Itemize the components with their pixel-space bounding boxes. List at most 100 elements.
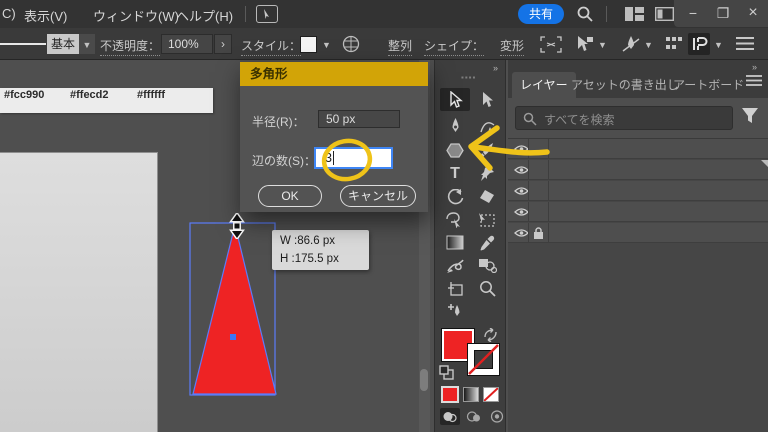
list-menu-icon[interactable] (736, 36, 754, 51)
menu-item-view[interactable]: 表示(V) (24, 6, 67, 25)
swap-fill-stroke-icon[interactable] (483, 328, 498, 342)
draw-inside-mode-button[interactable] (488, 408, 506, 425)
properties-panel-icon[interactable] (688, 33, 710, 55)
workspace-switcher-icon[interactable] (625, 7, 644, 21)
gradient-tool[interactable] (440, 231, 470, 254)
layer-row-polygon[interactable]: < 多角形 > (508, 181, 768, 201)
eyedropper-tool[interactable] (472, 231, 502, 254)
tab-artboards[interactable]: アートボード (665, 72, 752, 98)
add-anchor-tool[interactable] (440, 300, 470, 323)
bounding-box-icon[interactable] (540, 36, 562, 53)
menu-item-partial[interactable]: C) (2, 6, 16, 21)
gradient-button[interactable] (463, 387, 479, 402)
pin-tool[interactable] (472, 162, 502, 185)
polygon-tool[interactable] (440, 139, 470, 162)
curvature-tool[interactable] (472, 115, 502, 138)
minimize-button[interactable]: − (682, 4, 704, 22)
eye-icon[interactable] (514, 207, 529, 217)
measure-tooltip: W :86.6 px H :175.5 px (272, 230, 369, 270)
zoom-tool[interactable] (472, 277, 502, 300)
collapse-panel-icon[interactable]: » (493, 63, 498, 73)
type-tool[interactable]: T (440, 162, 470, 185)
align-link[interactable]: 整列 (388, 37, 413, 56)
menu-divider-2 (606, 6, 607, 22)
symbols-tool[interactable] (472, 254, 502, 277)
panel-drag-handle[interactable]: ▪▪▪▪ (461, 73, 476, 82)
draw-behind-mode-button[interactable] (464, 408, 484, 425)
layer-row-color[interactable]: ▶ color (508, 139, 768, 159)
paintbrush-tool[interactable] (472, 139, 502, 162)
eye-icon[interactable] (514, 165, 529, 175)
none-button[interactable] (483, 387, 499, 402)
recolor-artwork-icon[interactable] (342, 35, 360, 53)
select-similar-icon[interactable] (574, 35, 594, 53)
resize-cursor-icon (229, 213, 245, 239)
style-label[interactable]: スタイル： (241, 37, 302, 56)
eye-icon[interactable] (514, 186, 529, 196)
control-bar: 基本 ▼ 不透明度： 100% › スタイル： ▼ 整列 シェイプ： 変形 ▼ … (0, 28, 768, 60)
rotate-tool[interactable] (440, 185, 470, 208)
transform-link[interactable]: 変形 (500, 37, 525, 56)
isolate-pen-icon[interactable] (621, 35, 641, 53)
layers-panel: » レイヤー アセットの書き出し アートボード すべてを検索 ▶ (508, 60, 768, 432)
shaper-tool[interactable] (440, 208, 470, 231)
opacity-label[interactable]: 不透明度： (100, 37, 161, 56)
stroke-profile-preview (0, 43, 46, 45)
artboard-selection-tool[interactable] (472, 208, 502, 231)
menu-item-help[interactable]: ヘルプ(H) (176, 6, 233, 25)
pen-tool[interactable] (440, 115, 470, 138)
layers-search-input[interactable]: すべてを検索 (515, 106, 733, 130)
opacity-field[interactable]: 100% (161, 34, 213, 54)
restore-button[interactable]: ❐ (712, 4, 734, 22)
dialog-title-bar[interactable]: 多角形 (240, 62, 428, 86)
direct-selection-tool[interactable] (472, 88, 502, 111)
cancel-button[interactable]: キャンセル (340, 185, 416, 207)
eye-icon[interactable] (514, 228, 529, 238)
search-placeholder: すべてを検索 (544, 113, 615, 127)
style-swatch[interactable] (300, 36, 317, 53)
stroke-profile-chevron[interactable]: ▼ (79, 34, 95, 54)
lock-icon[interactable] (533, 227, 544, 240)
opacity-stepper-button[interactable]: › (214, 34, 232, 54)
shape-link[interactable]: シェイプ： (424, 37, 485, 56)
polygon-dialog: 多角形 半径(R)： 50 px 辺の数(S)： 3 OK キャンセル (240, 62, 428, 212)
panel-menu-icon[interactable] (746, 74, 762, 87)
select-similar-chevron[interactable]: ▼ (598, 40, 607, 50)
sides-input[interactable]: 3 (314, 147, 393, 169)
eraser-tool[interactable] (472, 185, 502, 208)
share-button[interactable]: 共有 (518, 4, 564, 24)
properties-chevron[interactable]: ▼ (714, 40, 723, 50)
default-fill-stroke-icon[interactable] (439, 365, 454, 380)
panel-layout-icon[interactable] (655, 7, 674, 21)
selection-tool[interactable] (440, 88, 470, 111)
artboard-tool[interactable] (440, 277, 470, 300)
color-button[interactable] (441, 386, 459, 403)
illustrator-window: C) 表示(V) ウィンドウ(W) ヘルプ(H) 共有 − ❐ × 基本 ▼ 不… (0, 0, 768, 432)
close-button[interactable]: × (742, 4, 764, 22)
draw-normal-mode-button[interactable] (440, 408, 460, 425)
menu-divider (245, 6, 246, 22)
collapse-layers-panel-icon[interactable]: » (752, 62, 757, 72)
layer-row-face[interactable]: ▶ 顔 (508, 202, 768, 222)
filter-icon[interactable] (741, 107, 759, 125)
menu-item-window[interactable]: ウィンドウ(W) (93, 6, 179, 25)
sides-value: 3 (325, 151, 332, 165)
radius-input[interactable]: 50 px (318, 110, 400, 128)
isolate-pen-chevron[interactable]: ▼ (644, 40, 653, 50)
twirl-tool[interactable] (440, 254, 470, 277)
tools-panel: » ▪▪▪▪ T (434, 60, 506, 432)
layer-row-rectangle[interactable]: < 長方形 > (508, 223, 768, 243)
tooltip-width: W :86.6 px (280, 235, 335, 247)
sides-label: 辺の数(S)： (252, 154, 316, 168)
stroke-profile-select[interactable]: 基本 (47, 34, 79, 54)
layer-row-layer1[interactable]: ▼ レイヤー 1 (508, 160, 768, 180)
touch-workspace-icon[interactable] (256, 5, 278, 23)
search-icon[interactable] (576, 5, 594, 23)
style-chevron-icon[interactable]: ▼ (322, 40, 331, 50)
menu-bar: C) 表示(V) ウィンドウ(W) ヘルプ(H) 共有 − ❐ × (0, 0, 768, 28)
stroke-color-swatch[interactable] (467, 343, 500, 376)
eye-icon[interactable] (514, 144, 529, 154)
ok-button[interactable]: OK (258, 185, 322, 207)
search-field-icon (523, 112, 537, 126)
dots-grid-icon[interactable] (666, 37, 682, 51)
